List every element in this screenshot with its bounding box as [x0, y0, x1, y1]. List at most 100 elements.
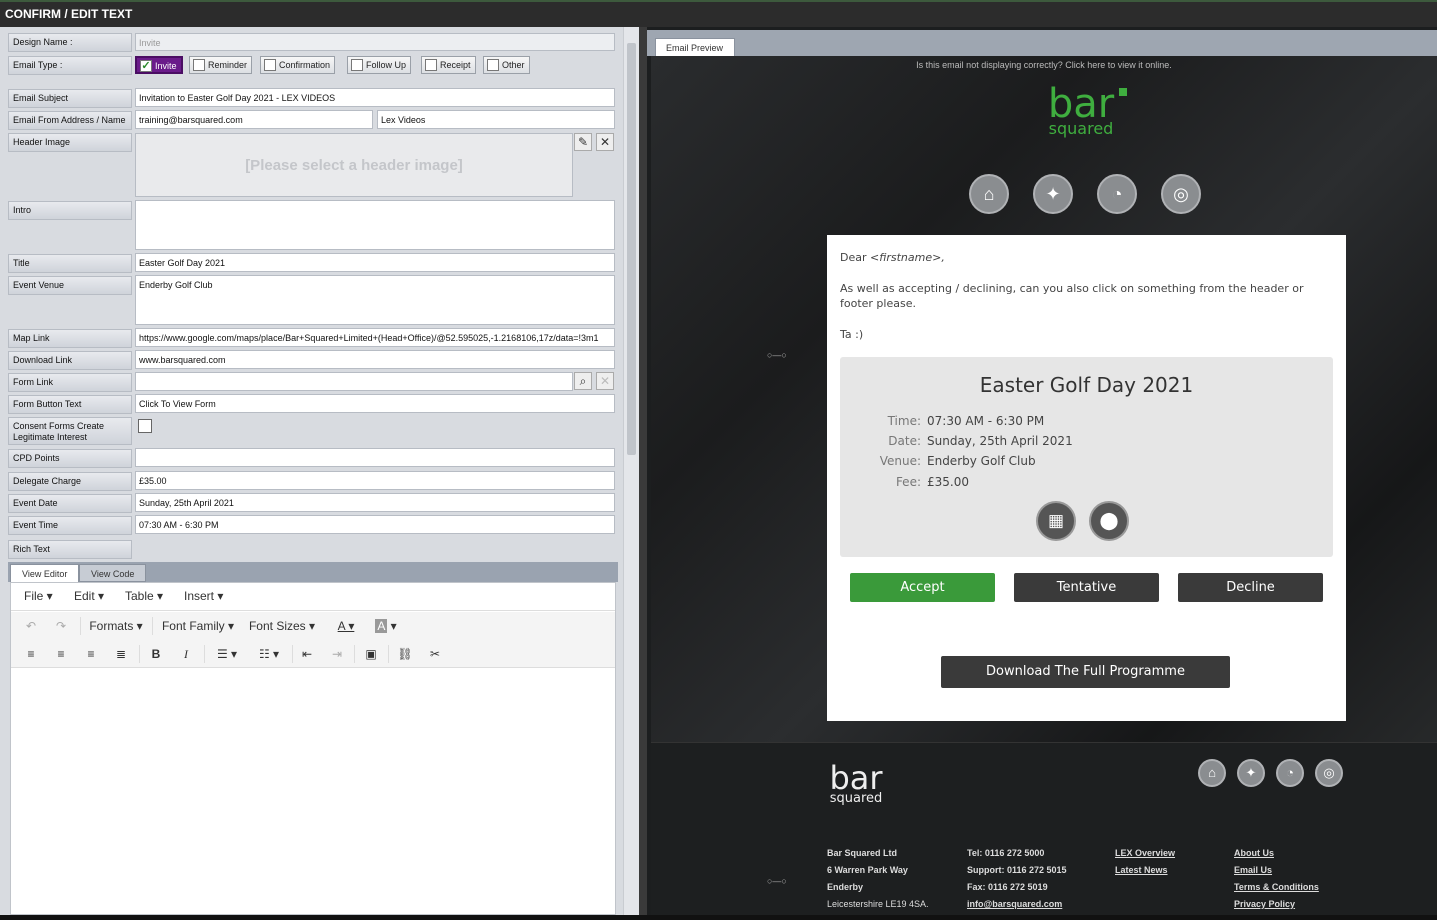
footer-address: Bar Squared Ltd 6 Warren Park Way Enderb…	[827, 848, 929, 909]
download-programme-button[interactable]: Download The Full Programme	[941, 656, 1230, 688]
text-color-button[interactable]: A ▾	[329, 616, 363, 636]
form-button-text-input[interactable]: Click To View Form	[135, 394, 615, 413]
align-center-icon[interactable]: ≡	[49, 644, 73, 664]
close-icon[interactable]: ✕	[596, 133, 614, 151]
connector-handle[interactable]: ○—○	[767, 350, 787, 360]
rss-icon[interactable]: ◔	[1097, 174, 1137, 214]
splitter[interactable]	[639, 27, 647, 915]
search-icon[interactable]: ⌕	[574, 372, 592, 390]
rich-text-label: Rich Text	[8, 540, 132, 559]
form-link-input[interactable]	[135, 372, 573, 391]
design-name-label: Design Name :	[8, 33, 132, 52]
footer-twitter-icon[interactable]: ✦	[1237, 759, 1265, 787]
bullet-list-icon[interactable]: ☰ ▾	[209, 644, 245, 664]
download-link-input[interactable]: www.barsquared.com	[135, 350, 615, 369]
email-preview: Is this email not displaying correctly? …	[651, 56, 1437, 915]
tab-email-preview[interactable]: Email Preview	[655, 38, 735, 56]
footer-email-link[interactable]: info@barsquared.com	[967, 896, 1067, 913]
email-type-followup-toggle[interactable]: Follow Up	[347, 56, 412, 74]
align-left-icon[interactable]: ≡	[19, 644, 43, 664]
scrollbar-thumb[interactable]	[627, 43, 636, 455]
form-scrollbar[interactable]	[623, 27, 639, 915]
tab-view-editor[interactable]: View Editor	[10, 564, 80, 582]
accept-button[interactable]: Accept	[850, 573, 995, 602]
footer-link-about-us[interactable]: About Us	[1234, 845, 1319, 862]
menu-table[interactable]: Table ▾	[125, 589, 163, 603]
download-link-label: Download Link	[8, 351, 132, 370]
footer-logo: bar squared	[829, 759, 883, 806]
event-time-input[interactable]: 07:30 AM - 6:30 PM	[135, 515, 615, 534]
map-link-input[interactable]: https://www.google.com/maps/place/Bar+Sq…	[135, 328, 615, 347]
title-input[interactable]: Easter Golf Day 2021	[135, 253, 615, 272]
consent-checkbox[interactable]	[138, 419, 152, 433]
support-icon[interactable]: ◎	[1161, 174, 1201, 214]
tentative-button[interactable]: Tentative	[1014, 573, 1159, 602]
body-text: As well as accepting / declining, can yo…	[840, 282, 1304, 310]
event-title: Easter Golf Day 2021	[979, 373, 1194, 397]
pencil-icon[interactable]: ✎	[574, 133, 592, 151]
decline-button[interactable]: Decline	[1178, 573, 1323, 602]
numbered-list-icon[interactable]: ☷ ▾	[251, 644, 287, 664]
form-button-text-label: Form Button Text	[8, 395, 132, 414]
consent-label: Consent Forms Create Legitimate Interest	[8, 417, 132, 445]
footer-link-lex-overview[interactable]: LEX Overview	[1115, 845, 1175, 862]
email-from-label: Email From Address / Name	[8, 111, 132, 130]
email-type-receipt-toggle[interactable]: Receipt	[421, 56, 476, 74]
event-venue-textarea[interactable]: Enderby Golf Club	[135, 275, 615, 325]
editor-toolbar-2: ≡ ≡ ≡ ≣ B I ☰ ▾ ☷ ▾ ⇤ ⇥ ▣ ⛓ ✂	[11, 640, 615, 668]
footer-rss-icon[interactable]: ◔	[1276, 759, 1304, 787]
tab-view-code[interactable]: View Code	[79, 564, 147, 582]
link-icon[interactable]: ⛓	[393, 644, 417, 664]
editor-toolbar-1: ↶ ↷ Formats ▾ Font Family ▾ Font Sizes ▾…	[11, 612, 615, 640]
email-from-address-input[interactable]: training@barsquared.com	[135, 110, 373, 129]
footer-link-email-us[interactable]: Email Us	[1234, 862, 1319, 879]
home-icon[interactable]: ⌂	[969, 174, 1009, 214]
background-color-button[interactable]: A ▾	[369, 616, 403, 636]
email-type-reminder-toggle[interactable]: Reminder	[189, 56, 253, 74]
indent-icon[interactable]: ⇥	[325, 644, 349, 664]
footer-link-terms[interactable]: Terms & Conditions	[1234, 879, 1319, 896]
email-subject-input[interactable]: Invitation to Easter Golf Day 2021 - LEX…	[135, 88, 615, 107]
footer-support-icon[interactable]: ◎	[1315, 759, 1343, 787]
bold-button[interactable]: B	[144, 644, 168, 664]
calendar-icon[interactable]: ▦	[1036, 501, 1076, 541]
email-type-invite-toggle[interactable]: ✓ Invite	[135, 56, 183, 74]
undo-icon[interactable]: ↶	[19, 616, 43, 636]
align-justify-icon[interactable]: ≣	[109, 644, 133, 664]
map-pin-icon[interactable]: ⬤	[1089, 501, 1129, 541]
image-icon[interactable]: ▣	[359, 644, 383, 664]
align-right-icon[interactable]: ≡	[79, 644, 103, 664]
font-family-dropdown[interactable]: Font Family ▾	[157, 616, 239, 636]
formats-dropdown[interactable]: Formats ▾	[85, 616, 147, 636]
header-image-placeholder[interactable]: [Please select a header image]	[135, 133, 573, 197]
italic-button[interactable]: I	[174, 644, 198, 664]
menu-file[interactable]: File ▾	[24, 589, 53, 603]
menu-edit[interactable]: Edit ▾	[74, 589, 104, 603]
rich-text-editor[interactable]: File ▾ Edit ▾ Table ▾ Insert ▾ ↶ ↷ Forma…	[10, 582, 616, 915]
window-title: CONFIRM / EDIT TEXT	[0, 0, 1437, 27]
email-from-name-input[interactable]: Lex Videos	[377, 110, 615, 129]
email-type-other-toggle[interactable]: Other	[483, 56, 530, 74]
footer-home-icon[interactable]: ⌂	[1198, 759, 1226, 787]
form-link-label: Form Link	[8, 373, 132, 392]
cpd-points-label: CPD Points	[8, 449, 132, 468]
cpd-points-input[interactable]	[135, 448, 615, 467]
intro-textarea[interactable]	[135, 200, 615, 250]
view-online-link[interactable]: Click here to view it online	[1065, 60, 1169, 70]
font-sizes-dropdown[interactable]: Font Sizes ▾	[245, 616, 319, 636]
email-type-confirmation-toggle[interactable]: Confirmation	[260, 56, 336, 74]
footer-link-privacy[interactable]: Privacy Policy	[1234, 896, 1319, 913]
menu-insert[interactable]: Insert ▾	[184, 589, 223, 603]
clear-icon[interactable]: ✕	[596, 372, 614, 390]
redo-icon[interactable]: ↷	[49, 616, 73, 636]
view-online-notice: Is this email not displaying correctly? …	[916, 60, 1172, 70]
delegate-charge-input[interactable]: £35.00	[135, 471, 615, 490]
map-link-label: Map Link	[8, 329, 132, 348]
footer-link-latest-news[interactable]: Latest News	[1115, 862, 1175, 879]
outdent-icon[interactable]: ⇤	[295, 644, 319, 664]
edit-form-panel: Design Name : Invite Email Type : ✓ Invit…	[0, 27, 623, 915]
unlink-icon[interactable]: ✂	[423, 644, 447, 664]
footer-connector-handle[interactable]: ○—○	[767, 876, 787, 886]
twitter-icon[interactable]: ✦	[1033, 174, 1073, 214]
event-date-input[interactable]: Sunday, 25th April 2021	[135, 493, 615, 512]
